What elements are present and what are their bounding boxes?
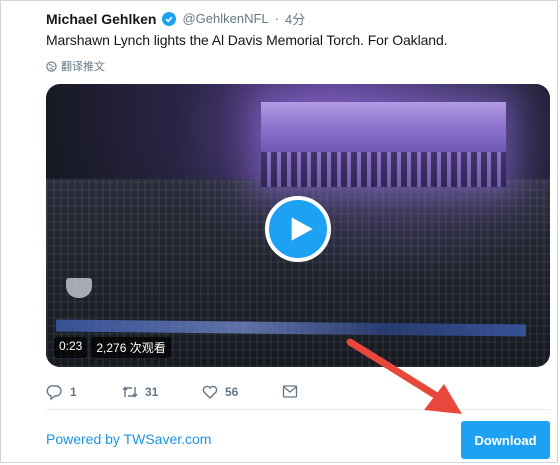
play-icon [291, 217, 313, 241]
meta-separator: · [274, 11, 280, 26]
reply-count: 1 [70, 385, 77, 399]
translate-tweet-link[interactable]: 翻译推文 [46, 58, 105, 74]
author-handle[interactable]: @GehlkenNFL [182, 11, 268, 26]
tweet-text: Marshawn Lynch lights the Al Davis Memor… [46, 32, 448, 48]
tweet-actions: 1 31 56 [46, 383, 316, 401]
download-button[interactable]: Download [461, 421, 550, 459]
tweet-header: Michael Gehlken @GehlkenNFL · 4分 [46, 9, 305, 28]
author-name[interactable]: Michael Gehlken [46, 11, 156, 27]
video-views: 2,276 次观看 [91, 337, 171, 358]
globe-icon [46, 60, 57, 72]
video-duration: 0:23 [54, 337, 88, 358]
share-button[interactable] [281, 383, 299, 401]
retweet-count: 31 [145, 385, 159, 399]
retweet-icon [122, 386, 138, 398]
translate-label: 翻译推文 [61, 61, 105, 73]
like-icon [202, 385, 218, 399]
like-count: 56 [225, 385, 239, 399]
reply-icon [46, 385, 62, 401]
video-player[interactable]: 0:23 2,276 次观看 [46, 84, 550, 367]
video-badges: 0:23 2,276 次观看 [54, 337, 171, 358]
verified-icon [162, 11, 177, 26]
play-button[interactable] [265, 196, 331, 262]
like-button[interactable]: 56 [201, 383, 281, 401]
powered-by-link[interactable]: Powered by TWSaver.com [46, 431, 211, 447]
footer-divider [46, 409, 550, 410]
retweet-button[interactable]: 31 [121, 383, 201, 401]
share-icon [282, 385, 298, 398]
video-frame-jumbotron [261, 102, 506, 187]
tweet-time[interactable]: 4分 [285, 9, 305, 28]
reply-button[interactable]: 1 [46, 383, 121, 401]
